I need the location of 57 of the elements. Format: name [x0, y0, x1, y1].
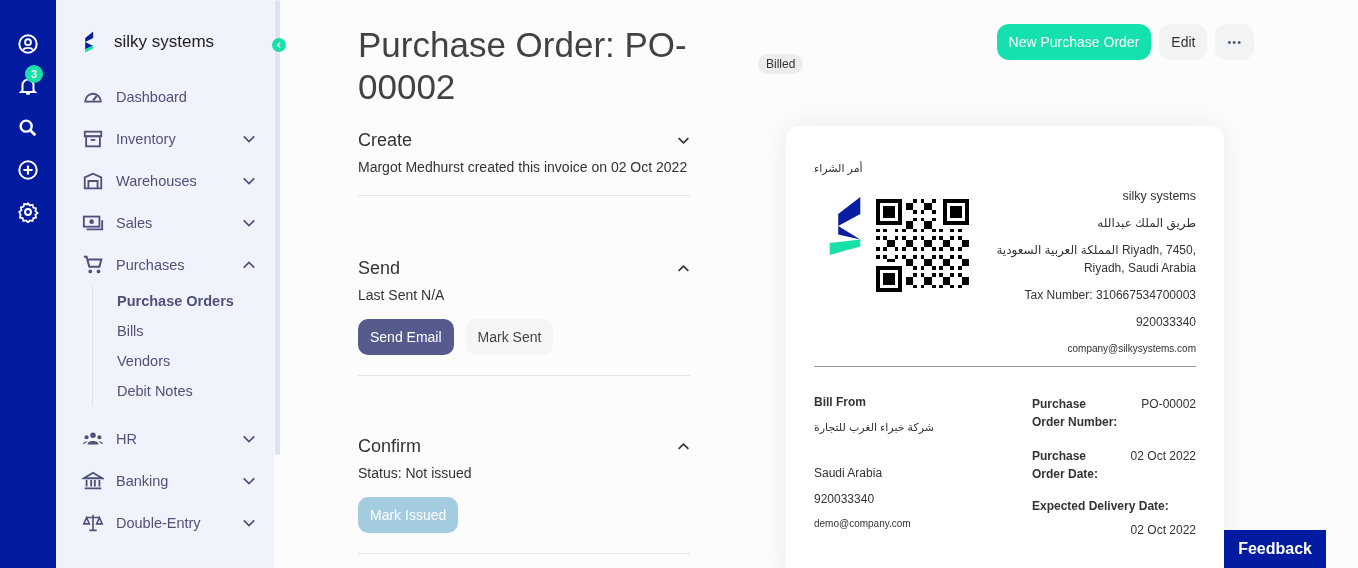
vendor-name: شركة خبراء الغرب للتجارة: [814, 421, 934, 434]
nav-item[interactable]: Banking: [82, 460, 274, 502]
edit-button[interactable]: Edit: [1159, 24, 1208, 60]
brand-name: silky systems: [114, 32, 215, 52]
feedback-button[interactable]: Feedback: [1224, 530, 1326, 568]
company-email: company@silkysystems.com: [1066, 342, 1196, 356]
page-title: Purchase Order: PO-00002: [358, 24, 688, 108]
section-title: Send: [358, 258, 401, 279]
bill-from-heading: Bill From: [814, 395, 867, 409]
search-icon[interactable]: [17, 117, 39, 139]
field-value: 02 Oct 2022: [1130, 448, 1196, 465]
archive-box-icon: [82, 128, 104, 150]
nav-item[interactable]: Warehouses: [82, 160, 274, 202]
scales-icon: [82, 512, 104, 534]
notification-badge: 3: [25, 65, 43, 83]
chevron-left-icon: [275, 41, 283, 49]
submenu-item[interactable]: Debit Notes: [117, 376, 274, 406]
nav-item[interactable]: HR: [82, 418, 274, 460]
add-icon[interactable]: [17, 159, 39, 181]
nav-item[interactable]: Purchases: [82, 244, 274, 286]
nav-item[interactable]: Double-Entry: [82, 502, 274, 544]
company-address: المملكة العربية السعودية Riyadh, 7450, Riyadh, Saudi Arabia: [995, 242, 1196, 277]
tax-number: Tax Number: 310667534700003: [1023, 287, 1196, 304]
section-title: Confirm: [358, 436, 421, 457]
submenu-item[interactable]: Bills: [117, 316, 274, 346]
bank-icon: [82, 470, 104, 492]
warehouse-icon: [82, 170, 104, 192]
document-title: أمر الشراء: [814, 162, 864, 175]
vendor-country: Saudi Arabia: [814, 466, 884, 480]
nav-item[interactable]: Sales: [82, 202, 274, 244]
more-options-button[interactable]: •••: [1215, 24, 1254, 60]
field-value: 02 Oct 2022: [1130, 523, 1196, 537]
vendor-phone: 920033340: [814, 492, 876, 506]
company-phone: 920033340: [1134, 314, 1196, 331]
section-text: Last Sent N/A: [358, 287, 446, 303]
company-street: طريق الملك عبدالله: [1096, 215, 1196, 232]
field-label: Expected Delivery Date:: [1032, 499, 1170, 513]
scrollbar-thumb[interactable]: [275, 0, 280, 455]
section-title: Create: [358, 130, 413, 151]
section-text: Status: Not issued: [358, 465, 473, 481]
field-label: Purchase Order Number:: [1032, 396, 1119, 431]
logo-icon: [828, 195, 862, 257]
field-value: PO-00002: [1141, 396, 1196, 413]
nav-item[interactable]: Dashboard: [82, 76, 274, 118]
field-label: Purchase Order Date:: [1032, 448, 1100, 483]
nav-item[interactable]: Inventory: [82, 118, 274, 160]
submenu-item[interactable]: Purchase Orders: [117, 286, 274, 316]
vendor-email: demo@company.com: [814, 518, 912, 529]
action-button[interactable]: Mark Sent: [465, 319, 554, 355]
status-badge: Billed: [758, 54, 804, 74]
cart-icon: [82, 254, 104, 276]
action-button[interactable]: Send Email: [358, 319, 454, 355]
section-text: Margot Medhurst created this invoice on 02 Oct 2022: [358, 159, 689, 175]
user-icon[interactable]: [17, 33, 39, 55]
company-name: silky systems: [1121, 188, 1196, 205]
settings-icon[interactable]: [17, 201, 39, 223]
submenu-item[interactable]: Vendors: [117, 346, 274, 376]
